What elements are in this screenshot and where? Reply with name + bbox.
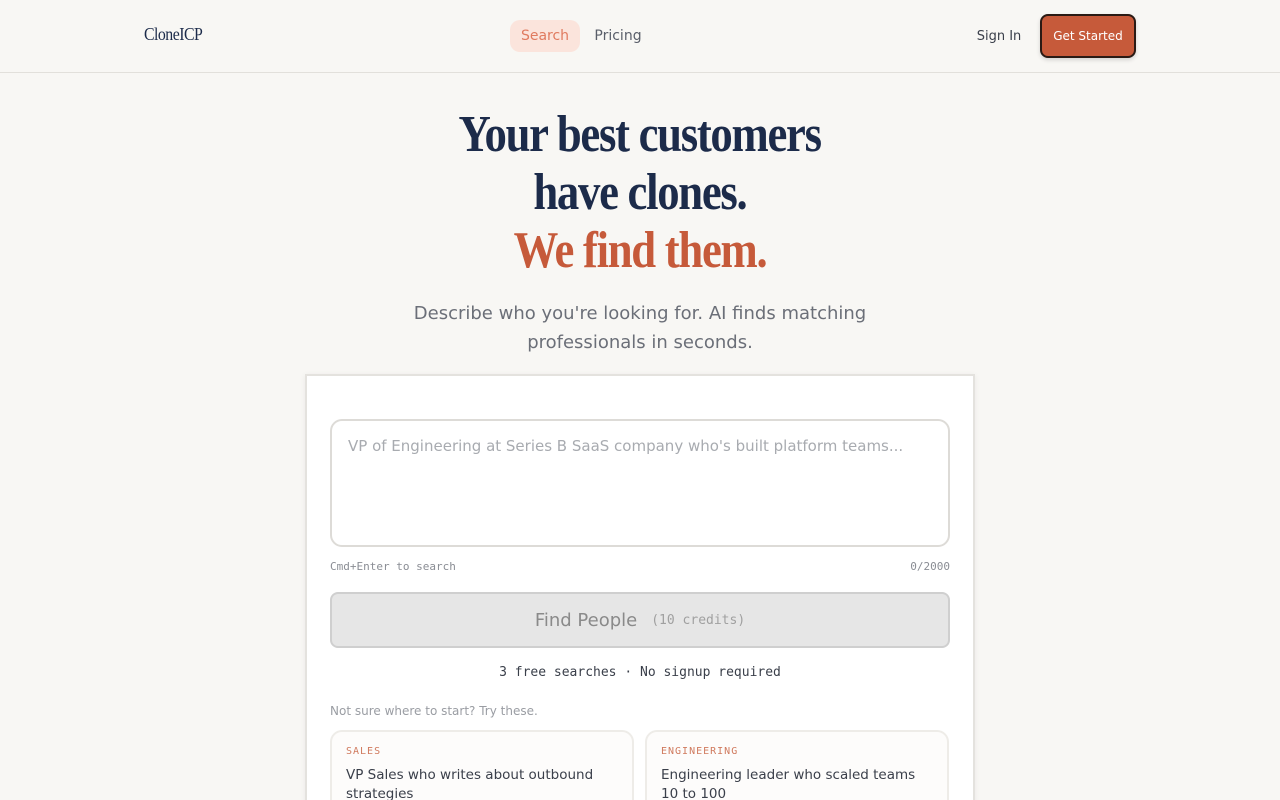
sign-in-link[interactable]: Sign In [972, 20, 1026, 52]
hero-subtitle: Describe who you're looking for. AI find… [413, 303, 867, 353]
suggestion-tag: SALES [346, 746, 382, 757]
suggestion-text: Engineering leader who scaled teams 10 t… [661, 767, 916, 800]
suggestion-card-sales[interactable]: SALES VP Sales who writes about outbound… [330, 730, 634, 800]
get-started-button[interactable]: Get Started [1040, 14, 1136, 58]
hero-title-line-3: We find them. [513, 222, 768, 279]
nav-search-tab[interactable]: Search [510, 20, 580, 52]
hero-title-line-2: have clones. [533, 164, 747, 221]
suggestion-card-engineering[interactable]: ENGINEERING Engineering leader who scale… [645, 730, 949, 800]
shortcut-hint: Cmd+Enter to search [330, 560, 456, 573]
top-nav-bar: CloneICP Search Pricing Sign In Get Star… [0, 0, 1280, 73]
character-counter: 0/2000 [910, 560, 950, 573]
suggestion-text: VP Sales who writes about outbound strat… [346, 767, 594, 800]
logo[interactable]: CloneICP [144, 24, 203, 45]
free-searches-note: 3 free searches · No signup required [499, 665, 781, 680]
nav-pricing-tab[interactable]: Pricing [590, 20, 646, 52]
hero-title-line-1: Your best customers [458, 106, 822, 163]
find-people-label: Find People [534, 609, 638, 631]
search-query-textarea[interactable]: VP of Engineering at Series B SaaS compa… [330, 419, 950, 547]
find-people-button[interactable]: Find People (10 credits) [330, 592, 950, 648]
suggestions-prompt: Not sure where to start? Try these. [330, 704, 538, 718]
credits-cost: (10 credits) [651, 612, 746, 628]
suggestion-tag: ENGINEERING [661, 746, 739, 757]
